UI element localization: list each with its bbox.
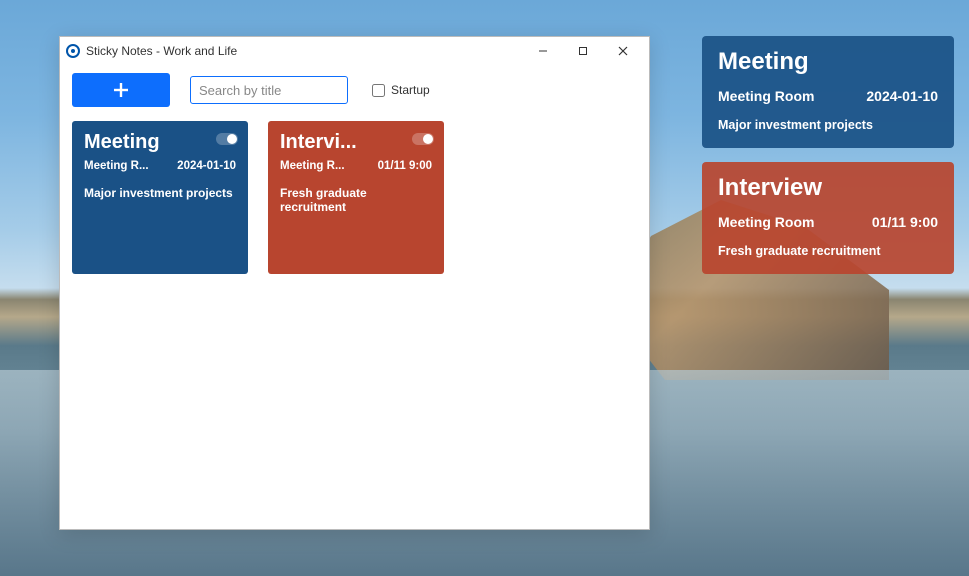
- pin-toggle[interactable]: [412, 133, 434, 145]
- desktop-sticky[interactable]: Interview Meeting Room 01/11 9:00 Fresh …: [702, 162, 954, 274]
- card-body: Fresh graduate recruitment: [280, 186, 432, 214]
- maximize-button[interactable]: [563, 37, 603, 65]
- app-icon: [66, 44, 80, 58]
- note-card[interactable]: Meeting Meeting R... 2024-01-10 Major in…: [72, 121, 248, 274]
- titlebar[interactable]: Sticky Notes - Work and Life: [60, 37, 649, 65]
- card-meta: Meeting R... 2024-01-10: [84, 160, 236, 172]
- card-meta: Meeting R... 01/11 9:00: [280, 160, 432, 172]
- card-time: 2024-01-10: [177, 160, 236, 172]
- add-note-button[interactable]: [72, 73, 170, 107]
- sticky-time: 2024-01-10: [866, 88, 938, 104]
- card-body: Major investment projects: [84, 186, 236, 200]
- plus-icon: [112, 81, 130, 99]
- startup-checkbox[interactable]: [372, 84, 385, 97]
- sticky-body: Fresh graduate recruitment: [718, 244, 938, 258]
- toolbar: Startup: [60, 65, 649, 121]
- window-controls: [523, 37, 643, 65]
- search-input[interactable]: [190, 76, 348, 104]
- card-title: Meeting: [84, 131, 236, 154]
- sticky-meta: Meeting Room 01/11 9:00: [718, 214, 938, 230]
- sticky-time: 01/11 9:00: [872, 214, 938, 230]
- sticky-title: Meeting: [718, 48, 938, 76]
- pin-toggle[interactable]: [216, 133, 238, 145]
- cards-grid: Meeting Meeting R... 2024-01-10 Major in…: [60, 121, 649, 274]
- card-title: Intervi...: [280, 131, 432, 154]
- desktop: Sticky Notes - Work and Life: [0, 0, 969, 576]
- window-title: Sticky Notes - Work and Life: [86, 44, 237, 58]
- close-button[interactable]: [603, 37, 643, 65]
- card-time: 01/11 9:00: [378, 160, 432, 172]
- sticky-location: Meeting Room: [718, 88, 814, 104]
- minimize-button[interactable]: [523, 37, 563, 65]
- sticky-meta: Meeting Room 2024-01-10: [718, 88, 938, 104]
- startup-label: Startup: [391, 83, 430, 97]
- app-window: Sticky Notes - Work and Life: [59, 36, 650, 530]
- card-location: Meeting R...: [84, 160, 149, 172]
- desktop-sticky[interactable]: Meeting Meeting Room 2024-01-10 Major in…: [702, 36, 954, 148]
- sticky-body: Major investment projects: [718, 118, 938, 132]
- card-location: Meeting R...: [280, 160, 345, 172]
- sticky-location: Meeting Room: [718, 214, 814, 230]
- sticky-title: Interview: [718, 174, 938, 202]
- startup-option[interactable]: Startup: [372, 83, 430, 97]
- note-card[interactable]: Intervi... Meeting R... 01/11 9:00 Fresh…: [268, 121, 444, 274]
